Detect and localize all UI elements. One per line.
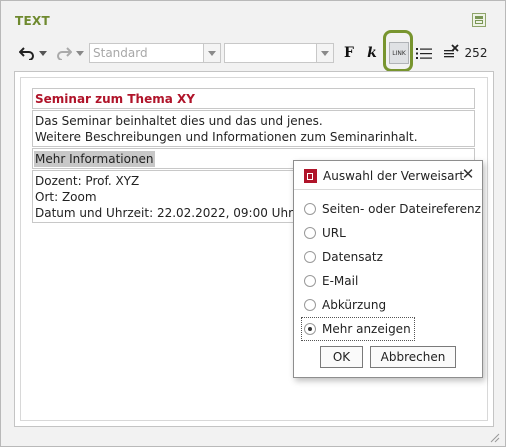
radio-option-email[interactable]: E-Mail bbox=[304, 271, 358, 291]
radio-button[interactable] bbox=[304, 275, 316, 287]
radio-label: Seiten- oder Dateireferenz bbox=[322, 202, 481, 216]
radio-label: Mehr anzeigen bbox=[322, 322, 411, 336]
radio-option-seiten-referenz[interactable]: Seiten- oder Dateireferenz bbox=[304, 199, 481, 219]
cancel-button[interactable]: Abbrechen bbox=[370, 346, 456, 368]
radio-option-mehr-anzeigen[interactable]: Mehr anzeigen bbox=[301, 317, 415, 341]
undo-dropdown-icon[interactable] bbox=[38, 48, 48, 58]
font-select[interactable] bbox=[224, 43, 334, 63]
italic-button[interactable]: k bbox=[364, 44, 380, 62]
radio-button[interactable] bbox=[304, 251, 316, 263]
radio-option-datensatz[interactable]: Datensatz bbox=[304, 247, 383, 267]
link-button[interactable]: LINK bbox=[389, 42, 409, 64]
dialog-document-icon bbox=[304, 169, 317, 183]
remove-format-icon[interactable] bbox=[442, 43, 460, 61]
selected-link-text[interactable]: Mehr Informationen bbox=[34, 151, 155, 167]
radio-label: E-Mail bbox=[322, 274, 359, 288]
chevron-down-icon bbox=[316, 44, 333, 62]
radio-option-abkuerzung[interactable]: Abkürzung bbox=[304, 295, 386, 315]
section-title: TEXT bbox=[15, 14, 51, 28]
redo-dropdown-icon[interactable] bbox=[75, 48, 85, 58]
radio-button[interactable] bbox=[304, 203, 316, 215]
close-icon[interactable]: ✕ bbox=[460, 165, 476, 183]
heading-block[interactable]: Seminar zum Thema XY bbox=[32, 88, 475, 109]
paragraph-line: Weitere Beschreibungen und Informationen… bbox=[35, 130, 418, 144]
character-count: 252 bbox=[464, 46, 488, 60]
radio-button-selected[interactable] bbox=[304, 323, 316, 335]
undo-icon[interactable] bbox=[18, 44, 36, 62]
paragraph-line: Das Seminar beinhaltet dies und das und … bbox=[35, 114, 323, 128]
bulleted-list-icon[interactable] bbox=[415, 44, 433, 62]
ok-button[interactable]: OK bbox=[320, 346, 363, 368]
link-type-dialog: Auswahl der Verweisart ✕ Seiten- oder Da… bbox=[293, 160, 483, 378]
style-select-value: Standard bbox=[93, 46, 148, 60]
resize-handle-icon[interactable] bbox=[488, 428, 500, 443]
chevron-down-icon bbox=[203, 44, 220, 62]
bold-button[interactable]: F bbox=[341, 44, 357, 62]
seminar-heading: Seminar zum Thema XY bbox=[35, 92, 195, 106]
radio-button[interactable] bbox=[304, 299, 316, 311]
dialog-divider bbox=[294, 189, 482, 190]
style-select[interactable]: Standard bbox=[89, 43, 221, 63]
radio-label: Datensatz bbox=[322, 250, 383, 264]
redo-icon[interactable] bbox=[55, 44, 73, 62]
dialog-title: Auswahl der Verweisart bbox=[323, 169, 465, 183]
radio-option-url[interactable]: URL bbox=[304, 223, 346, 243]
radio-button[interactable] bbox=[304, 227, 316, 239]
radio-label: Abkürzung bbox=[322, 298, 387, 312]
maximize-icon[interactable] bbox=[472, 13, 486, 27]
paragraph-block[interactable]: Das Seminar beinhaltet dies und das und … bbox=[32, 110, 475, 147]
radio-label: URL bbox=[322, 226, 346, 240]
